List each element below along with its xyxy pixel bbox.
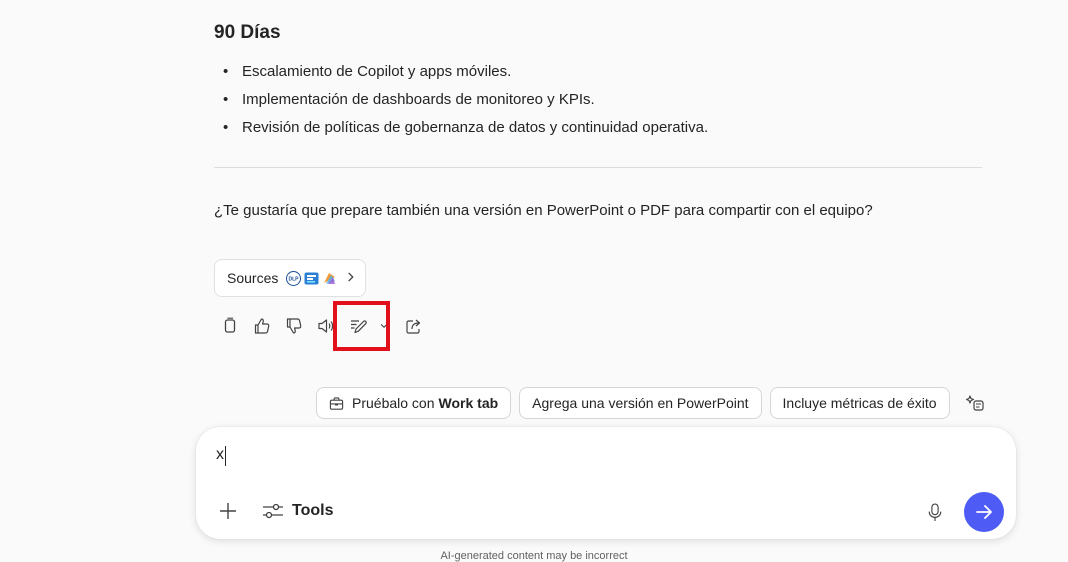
thumbs-down-icon[interactable] xyxy=(278,312,310,340)
send-button[interactable] xyxy=(964,492,1004,532)
message-actions xyxy=(214,312,430,340)
sparkle-suggestions-icon[interactable] xyxy=(960,388,990,418)
message-input[interactable]: x xyxy=(216,443,916,467)
chip-prefix-label: Pruébalo con xyxy=(352,395,435,411)
bullet-item: Escalamiento de Copilot y apps móviles. xyxy=(214,58,708,86)
tools-button[interactable]: Tools xyxy=(262,499,333,523)
briefcase-icon xyxy=(329,396,344,411)
bar-chart-source-icon xyxy=(304,271,319,286)
suggestion-work-tab-button[interactable]: Pruébalo con Work tab xyxy=(316,387,512,419)
microphone-icon[interactable] xyxy=(922,499,948,525)
text-cursor xyxy=(225,446,226,466)
bullet-item: Revisión de políticas de gobernanza de d… xyxy=(214,114,708,142)
share-icon[interactable] xyxy=(398,312,430,340)
colorful-source-icon xyxy=(322,271,337,286)
section-heading: 90 Días xyxy=(214,22,281,43)
sliders-icon xyxy=(263,503,283,519)
arrow-right-icon xyxy=(976,505,992,519)
sources-button[interactable]: Sources DLP xyxy=(214,259,366,297)
bullet-item: Implementación de dashboards de monitore… xyxy=(214,86,708,114)
ai-disclaimer: AI-generated content may be incorrect xyxy=(440,550,628,562)
edit-pen-icon[interactable] xyxy=(342,312,374,340)
svg-text:DLP: DLP xyxy=(289,276,300,282)
dlp-source-icon: DLP xyxy=(286,270,302,286)
chevron-right-icon xyxy=(346,270,355,286)
chevron-down-icon[interactable] xyxy=(374,312,394,340)
chat-composer: x Tools xyxy=(196,427,1016,539)
suggestion-metrics-button[interactable]: Incluye métricas de éxito xyxy=(769,387,950,419)
suggestion-chips: Pruébalo con Work tab Agrega una versión… xyxy=(316,387,990,419)
suggestion-powerpoint-button[interactable]: Agrega una versión en PowerPoint xyxy=(519,387,762,419)
chip-bold-label: Work tab xyxy=(438,395,499,411)
add-attachment-icon[interactable] xyxy=(216,499,240,523)
speaker-icon[interactable] xyxy=(310,312,342,340)
tools-label: Tools xyxy=(292,502,334,519)
bullet-list: Escalamiento de Copilot y apps móviles. … xyxy=(214,58,708,142)
sources-label: Sources xyxy=(227,270,279,286)
thumbs-up-icon[interactable] xyxy=(246,312,278,340)
divider xyxy=(214,167,982,168)
follow-up-question: ¿Te gustaría que prepare también una ver… xyxy=(214,202,873,219)
copy-icon[interactable] xyxy=(214,312,246,340)
